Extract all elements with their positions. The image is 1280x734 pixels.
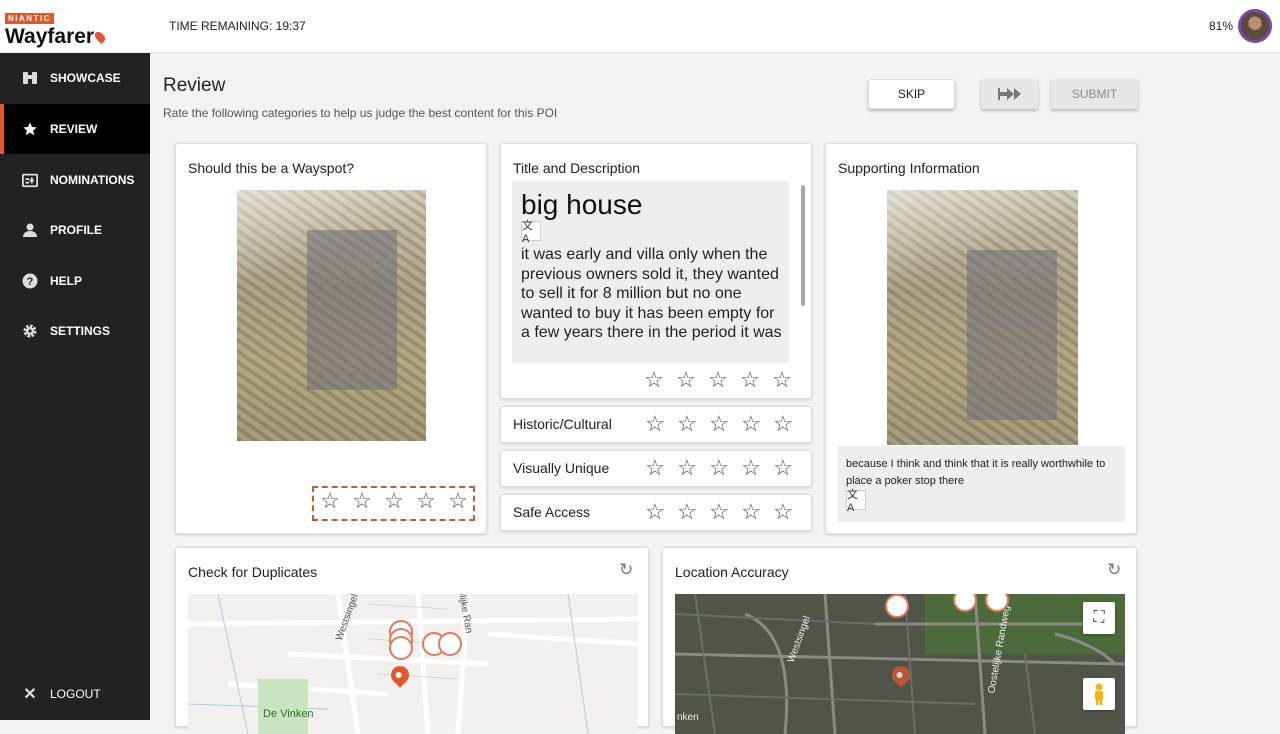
rating-star-2[interactable]: ☆ xyxy=(671,413,703,435)
translate-icon[interactable]: 文A xyxy=(521,220,541,245)
duplicates-card: Check for Duplicates ↻ Westsingel De Vin… xyxy=(175,547,649,734)
rating-star-4[interactable]: ☆ xyxy=(735,457,767,479)
wayfarer-logo[interactable]: NIANTIC Wayfarer xyxy=(5,8,108,49)
category-label: Historic/Cultural xyxy=(513,416,612,432)
rating-star-4[interactable]: ☆ xyxy=(735,413,767,435)
description-box[interactable]: big house 文A it was early and villa only… xyxy=(512,181,789,363)
rating-focus-outline xyxy=(312,486,475,521)
card-title: Location Accuracy xyxy=(675,564,789,580)
submit-button[interactable]: SUBMIT xyxy=(1051,79,1138,109)
nearby-wayspot-marker[interactable] xyxy=(389,636,413,660)
sidebar-item-logout[interactable]: ✕ LOGOUT xyxy=(0,669,150,719)
star-icon xyxy=(22,121,38,137)
rating-star-5[interactable]: ☆ xyxy=(767,501,799,523)
rating-star-2[interactable]: ☆ xyxy=(671,501,703,523)
rating-star-2[interactable]: ☆ xyxy=(671,457,703,479)
rating-star-2[interactable]: ☆ xyxy=(670,369,702,391)
rating-star-1[interactable]: ☆ xyxy=(639,457,671,479)
skip-button[interactable]: SKIP xyxy=(868,79,955,109)
sidebar-item-profile[interactable]: PROFILE xyxy=(0,205,150,255)
description-scrollbar[interactable] xyxy=(801,185,805,306)
avatar[interactable] xyxy=(1238,9,1272,43)
time-remaining: TIME REMAINING: 19:37 xyxy=(169,19,306,33)
visual-rating: ☆ ☆ ☆ ☆ ☆ xyxy=(639,457,799,479)
rating-star-5[interactable]: ☆ xyxy=(766,369,798,391)
sidebar: SHOWCASE REVIEW NOMINATIONS PROFILE ? HE… xyxy=(0,53,150,720)
rating-star-1[interactable]: ☆ xyxy=(639,413,671,435)
location-accuracy-card: Location Accuracy ↻ Westsingel Oostelijk… xyxy=(662,547,1137,734)
sidebar-item-label: NOMINATIONS xyxy=(50,173,135,187)
wayfarer-wordmark: Wayfarer xyxy=(5,25,108,49)
card-title: Supporting Information xyxy=(838,160,980,176)
help-icon: ? xyxy=(22,273,38,289)
fullscreen-icon[interactable]: ⛶ xyxy=(1083,602,1115,634)
supporting-text: because I think and think that it is rea… xyxy=(846,458,1106,487)
fast-forward-icon xyxy=(997,88,1021,100)
sidebar-item-label: SETTINGS xyxy=(50,324,111,338)
translate-icon[interactable]: 文A xyxy=(846,489,866,514)
sidebar-item-label: LOGOUT xyxy=(50,687,101,701)
nearby-wayspot-marker[interactable] xyxy=(885,594,909,618)
page-title: Review xyxy=(163,75,226,96)
sidebar-item-review[interactable]: REVIEW xyxy=(0,104,150,154)
skip-to-submit-button[interactable] xyxy=(981,79,1038,109)
svg-text:?: ? xyxy=(27,276,34,288)
location-map[interactable]: Westsingel Oostelijke Randweg nken ⛶ xyxy=(675,594,1125,734)
supporting-photo[interactable] xyxy=(887,190,1078,445)
binoculars-icon xyxy=(22,70,38,86)
card-title: Should this be a Wayspot? xyxy=(188,160,355,176)
nearby-wayspot-marker[interactable] xyxy=(438,632,462,656)
poi-photo[interactable] xyxy=(237,190,426,441)
street-view-icon[interactable] xyxy=(1083,678,1115,710)
category-card-visual: Visually Unique ☆ ☆ ☆ ☆ ☆ xyxy=(500,450,812,487)
map-streets xyxy=(188,594,638,734)
niantic-label: NIANTIC xyxy=(5,13,54,24)
sidebar-item-showcase[interactable]: SHOWCASE xyxy=(0,53,150,103)
map-place-label: De Vinken xyxy=(263,708,314,720)
person-icon xyxy=(22,222,38,238)
rating-star-1[interactable]: ☆ xyxy=(639,501,671,523)
rating-star-3[interactable]: ☆ xyxy=(702,369,734,391)
sidebar-item-help[interactable]: ? HELP xyxy=(0,256,150,306)
map-place-label: nken xyxy=(677,712,699,723)
category-label: Visually Unique xyxy=(513,460,610,476)
sidebar-item-label: PROFILE xyxy=(50,223,103,237)
rating-star-3[interactable]: ☆ xyxy=(703,457,735,479)
top-bar: NIANTIC Wayfarer TIME REMAINING: 19:37 8… xyxy=(0,0,1280,53)
category-label: Safe Access xyxy=(513,504,591,520)
page-subtitle: Rate the following categories to help us… xyxy=(163,106,558,120)
card-title: Check for Duplicates xyxy=(188,564,318,580)
nominations-icon xyxy=(22,172,38,188)
wayspot-card: Should this be a Wayspot? ☆ ☆ ☆ ☆ ☆ xyxy=(175,143,487,534)
card-title: Title and Description xyxy=(513,160,641,176)
pin-icon xyxy=(93,29,108,45)
rating-star-4[interactable]: ☆ xyxy=(735,501,767,523)
gear-icon xyxy=(22,323,38,339)
refresh-icon[interactable]: ↻ xyxy=(1107,560,1121,580)
historic-rating: ☆ ☆ ☆ ☆ ☆ xyxy=(639,413,799,435)
sidebar-item-settings[interactable]: SETTINGS xyxy=(0,306,150,356)
progress-percent: 81% xyxy=(1209,19,1234,33)
rating-star-3[interactable]: ☆ xyxy=(703,501,735,523)
rating-star-5[interactable]: ☆ xyxy=(767,457,799,479)
rating-star-3[interactable]: ☆ xyxy=(703,413,735,435)
sidebar-item-label: HELP xyxy=(50,274,83,288)
supporting-text-box: because I think and think that it is rea… xyxy=(837,446,1125,522)
rating-star-5[interactable]: ☆ xyxy=(767,413,799,435)
title-description-rating: ☆ ☆ ☆ ☆ ☆ xyxy=(638,369,798,391)
sidebar-item-nominations[interactable]: NOMINATIONS xyxy=(0,155,150,205)
poi-description: it was early and villa only when the pre… xyxy=(521,246,782,341)
rating-star-4[interactable]: ☆ xyxy=(734,369,766,391)
duplicates-map[interactable]: Westsingel De Vinken elijke Ran xyxy=(188,594,638,734)
refresh-icon[interactable]: ↻ xyxy=(619,560,633,580)
category-card-safe-access: Safe Access ☆ ☆ ☆ ☆ ☆ xyxy=(500,494,812,531)
category-card-historic: Historic/Cultural ☆ ☆ ☆ ☆ ☆ xyxy=(500,406,812,443)
sidebar-item-label: SHOWCASE xyxy=(50,71,121,85)
sidebar-item-label: REVIEW xyxy=(50,122,98,136)
safe-access-rating: ☆ ☆ ☆ ☆ ☆ xyxy=(639,501,799,523)
close-icon: ✕ xyxy=(23,686,37,703)
rating-star-1[interactable]: ☆ xyxy=(638,369,670,391)
